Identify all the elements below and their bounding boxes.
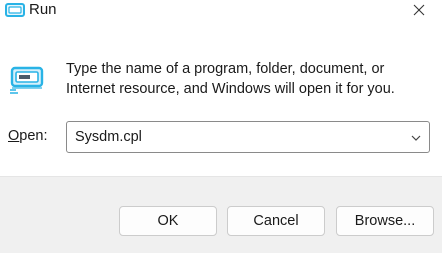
description-line-2: Internet resource, and Windows will open… — [66, 81, 395, 97]
open-input[interactable] — [67, 122, 397, 152]
ok-button[interactable]: OK — [119, 206, 217, 236]
button-bar: OK Cancel Browse... — [0, 176, 442, 253]
dialog-content: Type the name of a program, folder, docu… — [0, 24, 442, 176]
browse-button[interactable]: Browse... — [336, 206, 434, 236]
title-bar: Run — [0, 0, 442, 24]
chevron-down-icon[interactable] — [409, 131, 423, 143]
run-icon — [5, 2, 25, 25]
window-title: Run — [29, 1, 57, 18]
open-label: Open: — [8, 128, 48, 144]
open-combobox[interactable] — [66, 121, 430, 153]
description-line-1: Type the name of a program, folder, docu… — [66, 61, 385, 77]
close-button[interactable] — [396, 0, 442, 24]
open-label-rest: pen: — [19, 128, 48, 144]
description-text: Type the name of a program, folder, docu… — [66, 59, 426, 99]
run-program-icon — [10, 66, 44, 99]
close-icon — [413, 3, 425, 21]
cancel-button[interactable]: Cancel — [227, 206, 325, 236]
open-label-mnemonic: O — [8, 128, 20, 144]
